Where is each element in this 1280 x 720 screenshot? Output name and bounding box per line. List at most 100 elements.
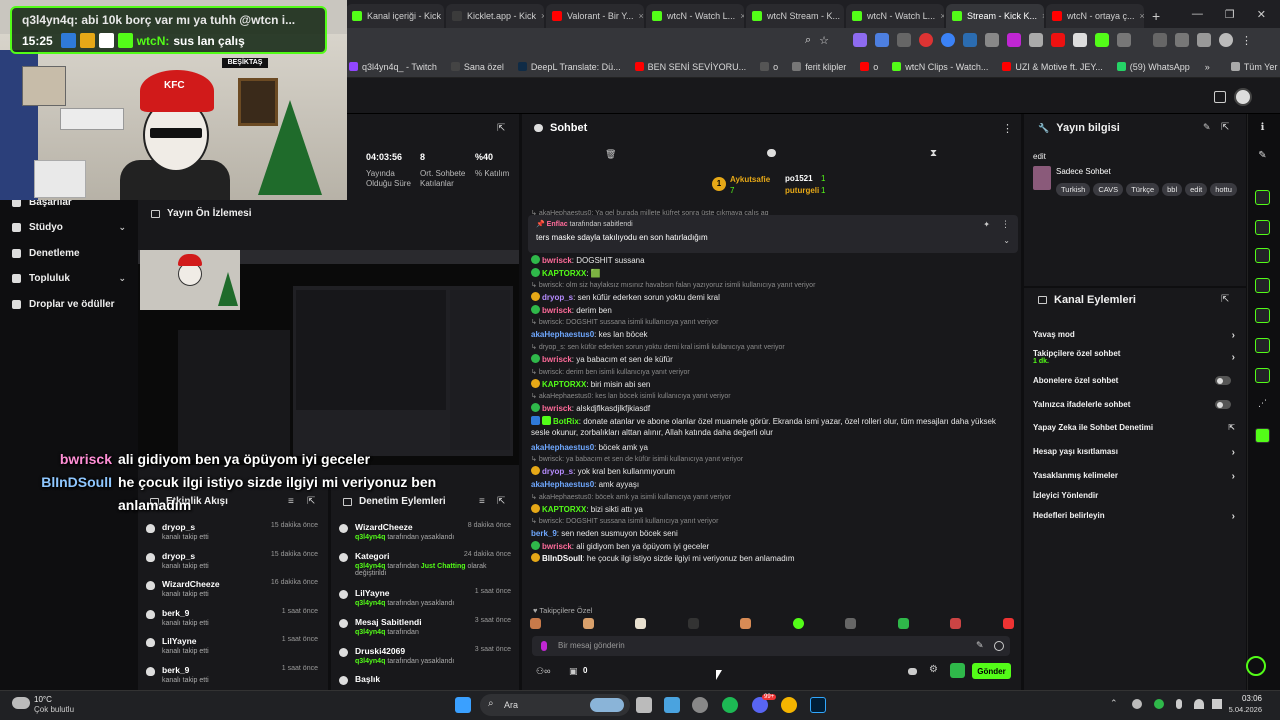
popout-icon[interactable]: ⇱: [1221, 122, 1229, 133]
chat-message[interactable]: bwrisck: derim ben: [531, 304, 1015, 316]
star-icon[interactable]: ☆: [819, 34, 829, 47]
stream-tag[interactable]: Türkçe: [1126, 183, 1160, 196]
chat-reply-context[interactable]: ↳ bwrisck: derim ben isimli kullanıcıya …: [531, 367, 1015, 378]
stream-tag[interactable]: bbl: [1162, 183, 1183, 196]
emote[interactable]: [897, 618, 909, 629]
bookmark-item[interactable]: o: [853, 62, 885, 72]
zoom-icon[interactable]: ⌕: [805, 34, 811, 47]
chat-username[interactable]: bwrisck: [542, 404, 572, 413]
channel-action[interactable]: Hesap yaşı kısıtlaması ›: [1033, 447, 1235, 458]
wifi-icon[interactable]: [1194, 699, 1204, 709]
chat-username[interactable]: bwrisck: [542, 542, 572, 551]
magic-wand-icon[interactable]: ✎: [976, 640, 984, 651]
channel-action[interactable]: Takipçilere özel sohbet 1 dk. ›: [1033, 349, 1235, 365]
edit-icon[interactable]: ✎: [1255, 150, 1270, 165]
emote[interactable]: [582, 618, 594, 629]
clock-time[interactable]: 03:06: [1222, 694, 1262, 703]
chat-message[interactable]: KAPTORXX: 🟩: [531, 267, 1015, 279]
toggle-switch[interactable]: [1215, 400, 1231, 409]
bookmark-item[interactable]: wtcN Clips - Watch...: [885, 62, 995, 72]
trash-icon[interactable]: 🗑: [605, 149, 616, 160]
extension-icon[interactable]: [1073, 33, 1088, 47]
chat-message[interactable]: KAPTORXX: biri misin abi sen: [531, 378, 1015, 390]
tray-chevron-icon[interactable]: ⌃: [1110, 698, 1118, 709]
chat-menu-icon[interactable]: ⋮: [1002, 122, 1013, 135]
chat-message[interactable]: dryop_s: yok kral ben kullanmıyorum: [531, 466, 1015, 477]
chat-username[interactable]: BotRix: [553, 417, 579, 426]
translate-icon[interactable]: [875, 33, 890, 47]
extension-icon[interactable]: [853, 33, 868, 47]
stream-preview-video[interactable]: [138, 250, 519, 465]
extension-icon[interactable]: [1095, 33, 1110, 47]
all-bookmarks[interactable]: Tüm Yer İşaretleri: [1224, 62, 1280, 72]
minimize-button[interactable]: —: [1192, 8, 1203, 20]
taskbar-search[interactable]: ⌕ Ara: [480, 694, 630, 716]
chat-reply-context[interactable]: ↳ akaHephaestus0: böcek amk ya isimli ku…: [531, 492, 1015, 503]
sidebar-item[interactable]: Stüdyo ⌄: [12, 222, 126, 233]
tab-close-icon[interactable]: ×: [541, 11, 544, 21]
users-icon[interactable]: ⚇∞: [536, 666, 550, 677]
gear-icon[interactable]: ⚙: [929, 664, 938, 675]
bookmark-item[interactable]: Sana özel: [444, 62, 511, 72]
puzzle-icon[interactable]: [1117, 33, 1132, 47]
modlog-row[interactable]: LilYayne q3l4yn4q tarafından yasaklandı 1 …: [339, 588, 511, 607]
stream-tag[interactable]: hottu: [1210, 183, 1237, 196]
sidebar-item[interactable]: Denetleme: [12, 248, 126, 259]
bookmark-item[interactable]: BEN SENİ SEVİYORU...: [628, 62, 754, 72]
activity-row[interactable]: berk_9 kanalı takip etti 1 saat önce: [146, 608, 318, 627]
chat-message[interactable]: akaHephaestus0: amk ayyaşı: [531, 479, 1015, 490]
mic-tray-icon[interactable]: [1176, 699, 1182, 709]
chrome-icon[interactable]: [781, 697, 797, 713]
tray-icon[interactable]: [1132, 699, 1142, 709]
weather-temp[interactable]: 10°C: [34, 695, 52, 704]
app-icon[interactable]: [664, 697, 680, 713]
popout-icon[interactable]: ⇱: [1221, 294, 1229, 305]
chat-username[interactable]: akaHephaestus0: [531, 330, 594, 339]
browser-tab[interactable]: wtcN Stream - K...×: [746, 4, 844, 28]
chat-reply-context[interactable]: ↳ bwrisck: DOGSHIT sussana isimli kullan…: [531, 317, 1015, 328]
chat-message[interactable]: bwrisck: alskdjflkasdjlkfjkiasdf: [531, 403, 1015, 414]
clock-date[interactable]: 5.04.2026: [1222, 705, 1262, 714]
edit-pencil-icon[interactable]: ✎: [1203, 122, 1211, 133]
chat-settings-bubble-icon[interactable]: [908, 668, 917, 675]
weather-icon[interactable]: [12, 697, 30, 709]
photoshop-icon[interactable]: [810, 697, 826, 713]
app-icon[interactable]: [692, 697, 708, 713]
stream-tag[interactable]: CAVS: [1093, 183, 1124, 196]
broadcast-icon[interactable]: [1255, 308, 1270, 323]
modlog-row[interactable]: WizardCheeze q3l4yn4q tarafından yasaklan…: [339, 522, 511, 541]
pinned-message[interactable]: 📌 Enflac tarafından sabitlendi ters mask…: [528, 215, 1018, 253]
chat-username[interactable]: bwrisck: [542, 256, 572, 265]
send-button[interactable]: Gönder: [972, 663, 1011, 679]
tab-close-icon[interactable]: ×: [639, 11, 644, 21]
chat-username[interactable]: BlInDSoulI: [542, 554, 582, 563]
channel-action[interactable]: Yapay Zeka ile Sohbet Denetimi ⇱: [1033, 423, 1235, 432]
browser-tab[interactable]: wtcN - ortaya ç... ×: [1046, 4, 1144, 28]
new-tab-button[interactable]: +: [1152, 4, 1160, 28]
popout-icon[interactable]: ⇱: [497, 123, 505, 134]
stream-tag[interactable]: Turkish: [1056, 183, 1091, 196]
hourglass-icon[interactable]: ⧗: [930, 148, 937, 159]
download-icon[interactable]: [1153, 33, 1168, 47]
bookmark-item[interactable]: ferit klipler: [785, 62, 853, 72]
windows-start-icon[interactable]: [455, 697, 471, 713]
emote[interactable]: [845, 618, 857, 629]
extension-icon[interactable]: [985, 33, 1000, 47]
mic-icon[interactable]: [541, 641, 547, 651]
extension-icon[interactable]: [1175, 33, 1190, 47]
activity-row[interactable]: berk_9 kanalı takip etti 1 saat önce: [146, 665, 318, 684]
modlog-row[interactable]: Kategori q3l4yn4q tarafından Just Chattin…: [339, 551, 511, 577]
stream-tag[interactable]: edit: [1185, 183, 1208, 196]
bookmarks-more-icon[interactable]: »: [1205, 62, 1210, 72]
extension-icon[interactable]: [919, 33, 934, 47]
activity-row[interactable]: LilYayne kanalı takip etti 1 saat önce: [146, 636, 318, 655]
chat-username[interactable]: KAPTORXX: [542, 269, 586, 278]
info-icon[interactable]: ℹ: [1255, 122, 1270, 137]
chat-username[interactable]: berk_9: [531, 529, 557, 538]
emote[interactable]: [635, 618, 647, 629]
weather-desc[interactable]: Çok bulutlu: [34, 705, 74, 714]
filter-icon[interactable]: ≡: [479, 496, 485, 507]
emote-picker-icon[interactable]: [994, 641, 1004, 651]
chat-message[interactable]: bwrisck: ali gidiyom ben ya öpüyom iyi g…: [531, 540, 1015, 552]
extension-icon[interactable]: [1007, 33, 1022, 47]
